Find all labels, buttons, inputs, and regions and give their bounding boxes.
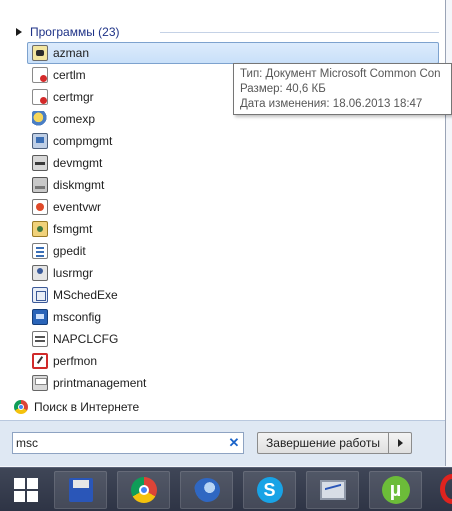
opera-icon[interactable] (440, 474, 452, 504)
shared-folders-icon (32, 221, 48, 237)
tooltip-date: Дата изменения: 18.06.2013 18:47 (240, 98, 423, 110)
chrome-icon (14, 400, 28, 414)
program-label: eventvwr (53, 200, 102, 214)
programs-section-title: Программы (23) (30, 25, 120, 39)
search-input[interactable] (16, 436, 225, 450)
program-label: MSchedExe (53, 288, 118, 302)
system-config-icon (32, 309, 48, 325)
event-viewer-icon (32, 199, 48, 215)
program-label: fsmgmt (53, 222, 93, 236)
taskbar-skype[interactable]: S (243, 471, 296, 509)
program-item-msconfig[interactable]: msconfig (27, 306, 439, 328)
program-label: devmgmt (53, 156, 103, 170)
program-label: msconfig (53, 310, 102, 324)
shutdown-options-button[interactable] (389, 432, 412, 454)
print-management-icon (32, 375, 48, 391)
windows-logo-icon (14, 477, 38, 502)
azman-icon (32, 45, 48, 61)
programs-section-header[interactable]: Программы (23) (16, 24, 120, 40)
taskbar-thunderbird[interactable] (180, 471, 233, 509)
start-button[interactable] (0, 468, 52, 511)
program-label: certmgr (53, 90, 94, 104)
chrome-icon (130, 477, 157, 503)
expand-arrow-icon (16, 28, 22, 36)
program-label: perfmon (53, 354, 98, 368)
scheduler-icon (32, 287, 48, 303)
program-label: gpedit (53, 244, 86, 258)
group-policy-icon (32, 243, 48, 259)
program-item-devmgmt[interactable]: devmgmt (27, 152, 439, 174)
internet-search-label: Поиск в Интернете (34, 400, 140, 414)
tooltip-size: Размер: 40,6 КБ (240, 83, 326, 95)
taskbar-resource-monitor[interactable] (306, 471, 359, 509)
disk-management-icon (32, 177, 48, 193)
program-item-compmgmt[interactable]: compmgmt (27, 130, 439, 152)
program-item-fsmgmt[interactable]: fsmgmt (27, 218, 439, 240)
utorrent-icon: µ (381, 476, 410, 504)
internet-search-link[interactable]: Поиск в Интернете (14, 397, 139, 417)
component-services-icon (32, 111, 48, 127)
tooltip-type: Тип: Документ Microsoft Common Con (240, 68, 441, 80)
thunderbird-icon (193, 478, 220, 502)
resource-monitor-icon (319, 480, 346, 500)
program-label: lusrmgr (53, 266, 94, 280)
program-item-printmanagement[interactable]: printmanagement (27, 372, 439, 394)
taskbar: S µ (0, 467, 452, 511)
file-info-tooltip: Тип: Документ Microsoft Common Con Разме… (233, 63, 452, 115)
program-item-diskmgmt[interactable]: diskmgmt (27, 174, 439, 196)
local-users-icon (32, 265, 48, 281)
program-item-eventvwr[interactable]: eventvwr (27, 196, 439, 218)
program-item-napclcfg[interactable]: NAPCLCFG (27, 328, 439, 350)
computer-management-icon (32, 133, 48, 149)
program-item-lusrmgr[interactable]: lusrmgr (27, 262, 439, 284)
taskbar-chrome[interactable] (117, 471, 170, 509)
clear-icon[interactable]: ✕ (225, 433, 243, 453)
program-label: comexp (53, 112, 96, 126)
taskbar-save-app[interactable] (54, 471, 107, 509)
shutdown-button[interactable]: Завершение работы (257, 432, 389, 454)
program-label: printmanagement (53, 376, 147, 390)
floppy-disk-icon (68, 478, 93, 502)
section-divider (160, 32, 439, 33)
program-item-mschedexe[interactable]: MSchedExe (27, 284, 439, 306)
nap-config-icon (32, 331, 48, 347)
program-label: certlm (53, 68, 86, 82)
program-item-gpedit[interactable]: gpedit (27, 240, 439, 262)
chevron-right-icon (397, 439, 403, 447)
certificate-icon (32, 67, 48, 83)
device-manager-icon (32, 155, 48, 171)
program-label: NAPCLCFG (53, 332, 119, 346)
program-label: compmgmt (53, 134, 113, 148)
taskbar-utorrent[interactable]: µ (369, 471, 422, 509)
performance-monitor-icon (32, 353, 48, 369)
search-box[interactable]: ✕ (12, 432, 244, 454)
certificate-icon (32, 89, 48, 105)
program-item-azman[interactable]: azman (27, 42, 439, 64)
program-label: azman (53, 46, 90, 60)
program-label: diskmgmt (53, 178, 105, 192)
skype-icon: S (256, 477, 283, 503)
program-item-perfmon[interactable]: perfmon (27, 350, 439, 372)
